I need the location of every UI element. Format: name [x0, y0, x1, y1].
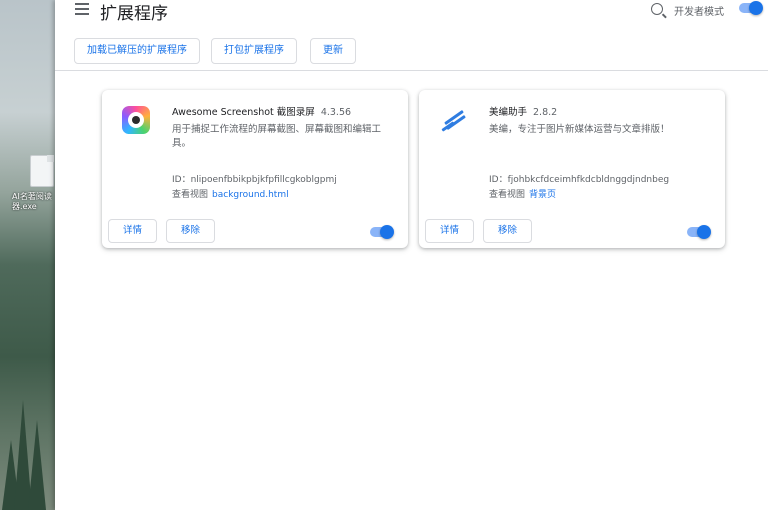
extension-description: 美编，专注于图片新媒体运营与文章排版！ [489, 124, 670, 135]
background-page-link[interactable]: 背景页 [529, 190, 556, 200]
load-unpacked-button[interactable]: 加载已解压的扩展程序 [74, 38, 200, 64]
extension-enable-toggle[interactable] [370, 225, 394, 239]
developer-toolbar: 加载已解压的扩展程序 打包扩展程序 更新 [55, 36, 768, 71]
desktop-file-label[interactable]: AI名著阅读器.exe [12, 192, 54, 212]
tree-decoration [28, 420, 46, 510]
extension-name: Awesome Screenshot 截图录屏 4.3.56 [172, 104, 351, 118]
extension-id: ID：nlipoenfbbikpbjkfpfillcgkoblgpmj [172, 175, 337, 185]
details-button[interactable]: 详情 [425, 219, 475, 243]
views-label: 查看视图 [489, 190, 526, 200]
remove-button[interactable]: 移除 [483, 219, 533, 243]
extension-name-text: 美编助手 [489, 107, 528, 118]
extension-card: 美编助手 2.8.2 美编，专注于图片新媒体运营与文章排版！ ID：fjohbkc… [419, 90, 725, 248]
background-page-link[interactable]: background.html [212, 190, 289, 200]
remove-button[interactable]: 移除 [166, 219, 216, 243]
header-bar: 扩展程序 开发者模式 [55, 0, 768, 28]
update-button[interactable]: 更新 [310, 38, 356, 64]
details-button[interactable]: 详情 [108, 219, 158, 243]
extension-enable-toggle[interactable] [687, 225, 711, 239]
pack-extension-button[interactable]: 打包扩展程序 [211, 38, 297, 64]
extension-description: 用于捕捉工作流程的屏幕截图、屏幕截图和编辑工具。 [172, 124, 382, 149]
views-label: 查看视图 [172, 190, 209, 200]
extension-views: 查看视图 background.html [172, 187, 289, 200]
extension-views: 查看视图 背景页 [489, 187, 556, 200]
page-title: 扩展程序 [100, 4, 168, 24]
extension-card: Awesome Screenshot 截图录屏 4.3.56 用于捕捉工作流程的屏… [102, 90, 408, 248]
desktop-background: AI名著阅读器.exe [0, 0, 55, 510]
extension-name: 美编助手 2.8.2 [489, 104, 557, 118]
extension-version: 2.8.2 [533, 107, 558, 118]
search-icon[interactable] [651, 3, 663, 15]
developer-mode-label: 开发者模式 [674, 7, 724, 18]
hamburger-menu-icon[interactable] [75, 3, 89, 15]
extension-name-text: Awesome Screenshot 截图录屏 [172, 107, 315, 118]
developer-mode-toggle[interactable] [739, 1, 763, 15]
extension-version: 4.3.56 [320, 107, 352, 118]
desktop-file-icon[interactable] [30, 155, 54, 187]
extension-id: ID：fjohbkcfdceimhfkdcbldnggdjndnbeg [489, 175, 670, 185]
extensions-window: 扩展程序 开发者模式 加载已解压的扩展程序 打包扩展程序 更新 Awesome … [55, 0, 768, 510]
editor-pen-icon [439, 106, 467, 134]
screenshot-camera-icon [122, 106, 150, 134]
